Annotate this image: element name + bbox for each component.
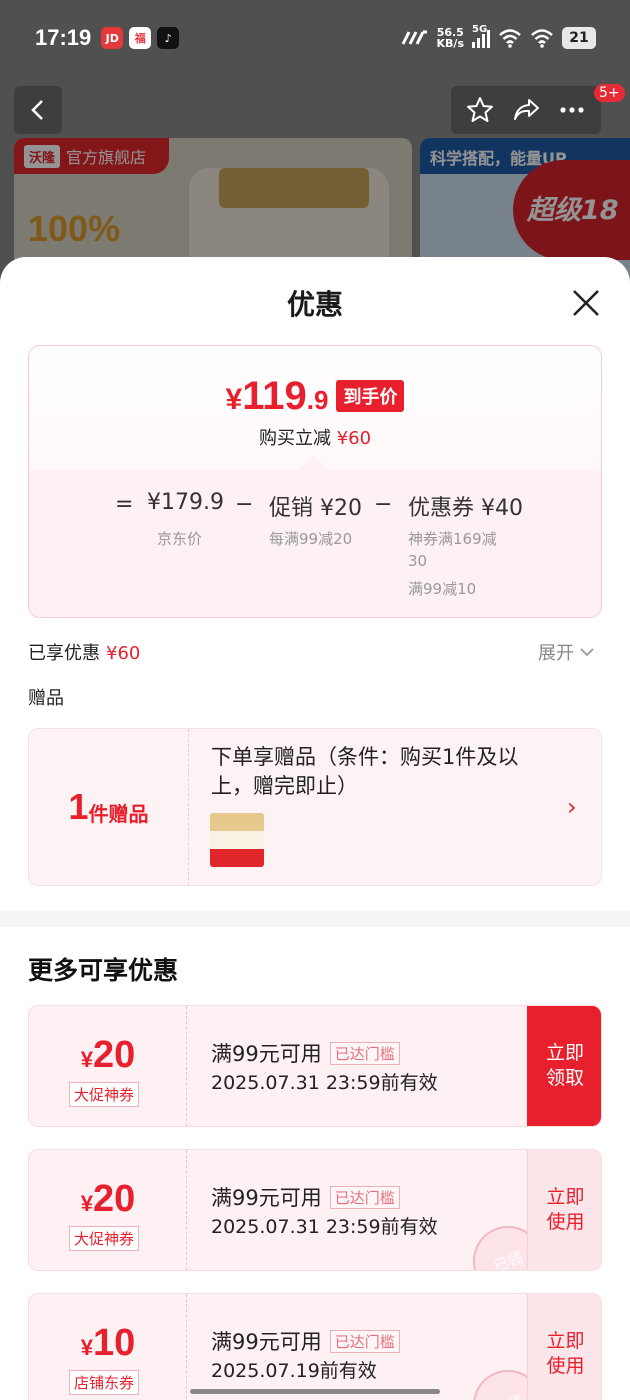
more-icon[interactable] [557,95,587,125]
use-now-button[interactable]: 立即使用 [527,1150,601,1270]
final-price-decimal: .9 [306,385,329,415]
section-divider [0,911,630,927]
use-now-button[interactable]: 立即使用 [527,1294,601,1400]
coupon-card: ¥20 大促神券 满99元可用 已达门槛 2025.07.31 23:59前有效… [28,1005,602,1127]
threshold-badge: 已达门槛 [329,1185,400,1209]
coupon-value-block: ¥20 大促神券 [29,1150,187,1270]
super-badge: 超级18 [513,160,630,260]
gift-count-unit: 件赠品 [88,801,149,826]
saving-label: 购买立减 [258,428,331,449]
star-icon[interactable] [465,95,495,125]
top-actions [451,86,601,134]
home-indicator[interactable] [190,1389,440,1394]
price-formula: = ¥179.9 京东价 − 促销 ¥20 每满99减20 − 优惠券 ¥40 … [29,455,601,617]
coupon-amount: ¥20 [80,1034,136,1076]
final-price-tag: 到手价 [336,380,405,412]
coupon-label-1: 神券满169减 [408,530,497,548]
jar-lid [219,168,369,208]
coupon-amount: ¥20 [80,1178,136,1220]
coupon-condition: 满99元可用 已达门槛 [211,1182,400,1212]
store-label: 官方旗舰店 [66,148,147,167]
close-icon [573,290,599,316]
coupon-card: ¥10 店铺东券 满99元可用 已达门槛 2025.07.19前有效 已领 立即… [28,1293,602,1400]
gift-card[interactable]: 1 件赠品 下单享赠品（条件：购买1件及以上，赠完即止） › [28,728,602,886]
coupon-value-block: ¥10 店铺东券 [29,1294,187,1400]
wifi-icon-2 [531,29,553,48]
minus-sign-1: − [235,492,254,517]
coupon-expiry: 2025.07.31 23:59前有效 [211,1072,438,1094]
saving-line: 购买立减 ¥60 [29,424,601,450]
base-price-value: ¥179.9 [147,490,224,515]
enjoyed-discount-row: 已享优惠 ¥60 [28,639,140,665]
close-button[interactable] [566,283,606,323]
coupon-amount: ¥10 [80,1322,136,1364]
gift-count-number: 1 [68,786,89,827]
price-breakdown-card: ¥ 119 .9 到手价 购买立减 ¥60 = ¥179.9 京东价 − 促销 … [28,345,602,618]
minus-sign-2: − [374,492,393,517]
gift-thumbnail [210,813,264,867]
signal-icon: 5G [472,24,490,48]
chevron-right-icon: › [567,793,577,821]
coupon-expiry: 2025.07.31 23:59前有效 [211,1216,438,1238]
wifi-icon [499,29,521,48]
tiktok-icon: ♪ [157,27,180,49]
threshold-badge: 已达门槛 [329,1041,400,1065]
expand-label: 展开 [538,643,574,664]
coupon-type: 大促神券 [69,1226,140,1251]
back-button[interactable] [14,86,62,134]
promo-value: 促销 ¥20 [269,496,362,521]
promo-label: 每满99减20 [269,530,353,548]
status-bar: 17:19 JD 福 ♪ 56.5 KB/s 5G 21 [0,0,630,76]
coupon-card: ¥20 大促神券 满99元可用 已达门槛 2025.07.31 23:59前有效… [28,1149,602,1271]
gift-count: 1 件赠品 [29,729,189,885]
gift-section-label: 赠品 [28,688,64,709]
notification-badge: 5+ [594,84,625,102]
enjoyed-value: ¥60 [106,643,141,664]
final-price-integer: 119 [242,374,307,418]
discount-sheet: 优惠 ¥ 119 .9 到手价 购买立减 ¥60 = ¥179.9 京东价 − … [0,257,630,1400]
coupon-condition: 满99元可用 已达门槛 [211,1326,400,1356]
share-icon[interactable] [511,95,541,125]
battery-icon: 21 [562,27,596,49]
sheet-title: 优惠 [286,288,343,321]
coupon-expiry: 2025.07.19前有效 [211,1360,377,1382]
threshold-badge: 已达门槛 [329,1329,400,1353]
jd-app-icon: JD [101,27,124,49]
coupon-type: 店铺东券 [69,1370,140,1395]
coupon-condition: 满99元可用 已达门槛 [211,1038,400,1068]
gift-description: 下单享赠品（条件：购买1件及以上，赠完即止） [211,745,519,798]
side-banner: 科学搭配，能量UP [420,138,630,174]
chevron-down-icon [580,648,594,657]
coupon-value: 优惠券 ¥40 [408,496,523,521]
coupon-label-3: 满99减10 [408,580,477,598]
network-speed: 56.5 KB/s [436,26,464,50]
final-price-currency: ¥ [225,383,243,416]
coupon-label-2: 30 [408,552,428,570]
expand-button[interactable]: 展开 [538,639,594,665]
nfc-icon [401,30,427,45]
enjoyed-label: 已享优惠 [28,643,100,664]
chevron-left-icon [31,100,43,120]
base-price-label: 京东价 [157,530,203,548]
final-price-section: ¥ 119 .9 到手价 购买立减 ¥60 [29,346,601,470]
coupon-value-block: ¥20 大促神券 [29,1006,187,1126]
store-logo: 沃隆 [24,144,61,168]
coupon-type: 大促神券 [69,1082,140,1107]
more-discounts-title: 更多可享优惠 [28,956,179,985]
fu-app-icon: 福 [129,27,152,49]
final-price: ¥ 119 .9 到手价 [29,374,601,419]
product-headline: 100% [28,208,121,249]
saving-value: ¥60 [336,428,372,449]
claim-now-button[interactable]: 立即领取 [527,1006,601,1126]
equals-sign: = [115,492,134,517]
store-tag: 沃隆 官方旗舰店 [14,138,169,174]
status-time: 17:19 [35,25,92,50]
